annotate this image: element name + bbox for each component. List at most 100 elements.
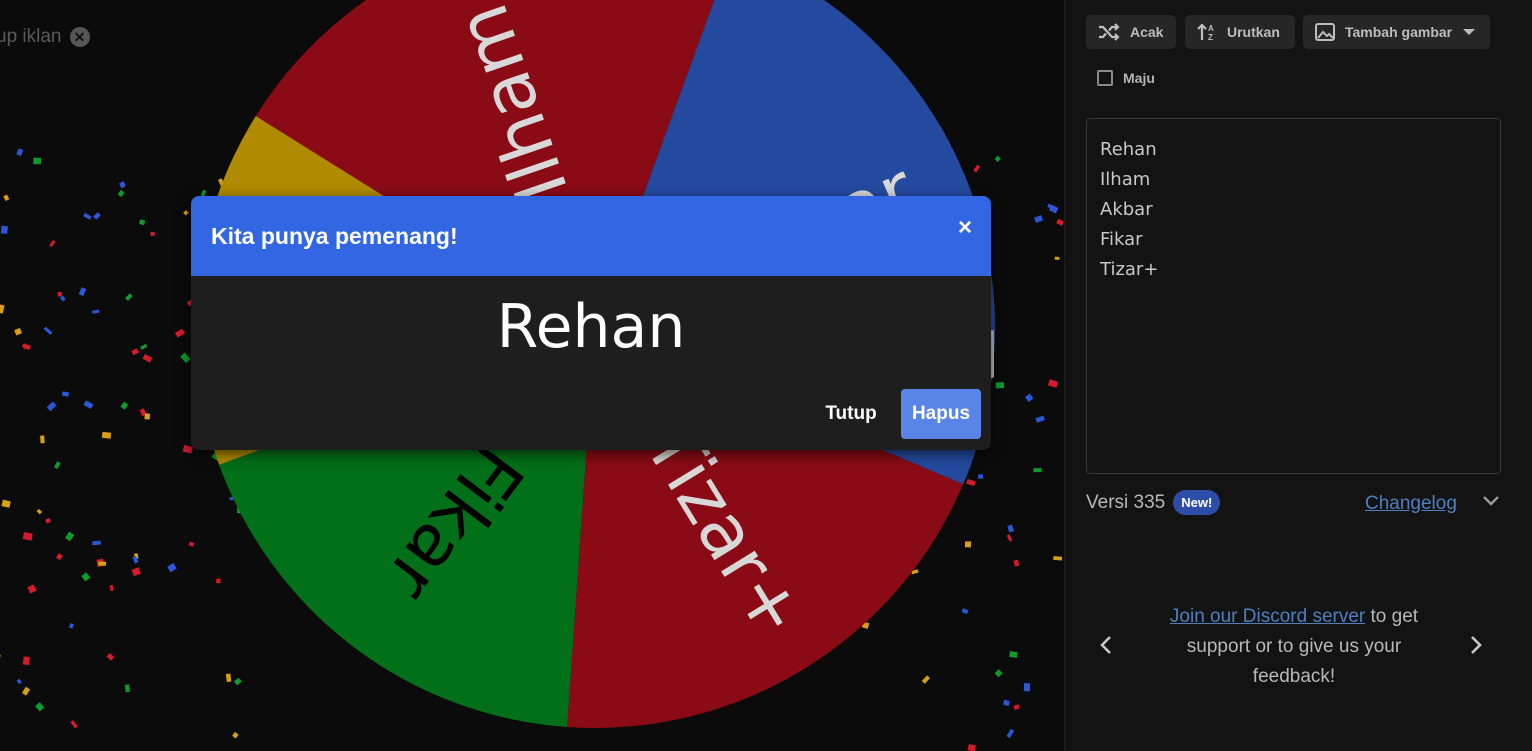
confetti-piece (131, 348, 139, 356)
confetti-piece (1009, 651, 1018, 658)
close-ad-button[interactable]: up iklan ✕ (0, 26, 90, 48)
confetti-piece (1006, 728, 1015, 739)
confetti-piece (49, 240, 56, 248)
checkbox-icon (1097, 70, 1113, 86)
confetti-piece (81, 572, 91, 582)
dialog-header: Kita punya pemenang! (191, 196, 991, 276)
winner-dialog: Kita punya pemenang! × Rehan Tutup Hapus (191, 196, 991, 450)
confetti-piece (967, 743, 976, 751)
confetti-piece (142, 354, 153, 363)
confetti-piece (59, 295, 66, 302)
close-icon[interactable]: × (958, 214, 972, 242)
confetti-piece (961, 608, 969, 615)
confetti-piece (1025, 393, 1034, 403)
remove-button[interactable]: Hapus (901, 389, 981, 439)
sort-button[interactable]: AZ Urutkan (1185, 15, 1295, 49)
confetti-piece (53, 461, 61, 470)
confetti-piece (16, 678, 22, 685)
confetti-piece (921, 675, 931, 684)
confetti-piece (964, 541, 971, 548)
confetti-piece (70, 720, 78, 729)
confetti-piece (92, 309, 100, 314)
confetti-piece (56, 553, 63, 561)
confetti-piece (1035, 415, 1045, 423)
app-root: Ilham Akbar Tizar+ Fikar Rehan up iklan ✕ Ac… (0, 0, 1532, 751)
chevron-right-icon[interactable] (1469, 634, 1483, 656)
confetti-piece (22, 532, 33, 541)
confetti-piece (124, 684, 130, 693)
confetti-piece (1, 499, 11, 508)
image-icon (1315, 23, 1335, 41)
confetti-piece (1054, 256, 1060, 261)
confetti-piece (225, 673, 232, 683)
sort-icon: AZ (1197, 23, 1214, 41)
dialog-title: Kita punya pemenang! (211, 222, 458, 249)
confetti-piece (40, 435, 45, 444)
confetti-piece (131, 567, 141, 577)
confetti-piece (83, 400, 94, 410)
add-image-button[interactable]: Tambah gambar (1303, 15, 1490, 49)
confetti-piece (33, 157, 42, 165)
confetti-piece (125, 293, 133, 301)
confetti-piece (36, 508, 43, 515)
confetti-piece (0, 304, 5, 314)
confetti-piece (1023, 683, 1031, 692)
confetti-piece (174, 328, 185, 338)
close-circle-icon: ✕ (69, 27, 90, 47)
confetti-piece (140, 343, 148, 350)
confetti-piece (1053, 556, 1063, 561)
discord-link[interactable]: Join our Discord server (1170, 606, 1365, 627)
confetti-piece (68, 622, 75, 629)
confetti-piece (43, 326, 53, 335)
new-badge: New! (1173, 490, 1221, 515)
confetti-piece (994, 669, 1003, 678)
shuffle-button[interactable]: Acak (1086, 15, 1176, 49)
confetti-piece (1047, 379, 1059, 388)
confetti-piece (78, 287, 87, 297)
changelog-link[interactable]: Changelog (1365, 493, 1457, 515)
close-ad-label: up iklan (0, 26, 62, 47)
entries-textarea[interactable]: Rehan Ilham Akbar Fikar Tizar+ (1086, 118, 1501, 474)
confetti-piece (1007, 524, 1015, 533)
confetti-piece (0, 653, 1, 664)
shuffle-icon (1099, 23, 1120, 41)
confetti-piece (1002, 699, 1010, 707)
entry-line: Rehan (1100, 139, 1157, 160)
confetti-piece (973, 164, 981, 173)
shuffle-label: Acak (1130, 24, 1164, 40)
advanced-checkbox[interactable]: Maju (1097, 70, 1155, 86)
confetti-piece (119, 181, 126, 189)
sort-label: Urutkan (1227, 24, 1280, 40)
confetti-piece (966, 479, 976, 486)
confetti-piece (45, 518, 51, 524)
confetti-piece (61, 391, 70, 397)
confetti-piece (46, 401, 57, 412)
confetti-piece (1006, 534, 1013, 542)
confetti-piece (232, 731, 239, 739)
confetti-piece (995, 382, 1005, 389)
winner-name: Rehan (496, 292, 686, 362)
confetti-piece (16, 148, 24, 157)
confetti-piece (109, 584, 114, 591)
confetti-piece (183, 210, 189, 216)
chevron-down-icon[interactable] (1481, 494, 1501, 508)
confetti-piece (180, 352, 191, 364)
confetti-piece (978, 474, 984, 479)
chevron-left-icon[interactable] (1099, 634, 1113, 656)
confetti-piece (150, 231, 155, 237)
close-button[interactable]: Tutup (811, 389, 891, 439)
add-image-label: Tambah gambar (1345, 24, 1453, 40)
confetti-piece (101, 431, 112, 439)
version-info: Versi 335 New! (1086, 490, 1221, 515)
entries-panel: Acak AZ Urutkan Tambah gambar Maju Rehan… (1064, 0, 1532, 751)
confetti-piece (120, 401, 129, 410)
discord-message: Join our Discord server to get support o… (1149, 602, 1439, 692)
confetti-piece (1013, 704, 1020, 710)
svg-text:Z: Z (1208, 33, 1213, 41)
confetti-piece (139, 219, 146, 226)
confetti-piece (188, 541, 195, 547)
confetti-piece (1013, 559, 1020, 567)
confetti-piece (216, 578, 221, 584)
confetti-piece (22, 656, 30, 666)
confetti-piece (994, 155, 1001, 162)
